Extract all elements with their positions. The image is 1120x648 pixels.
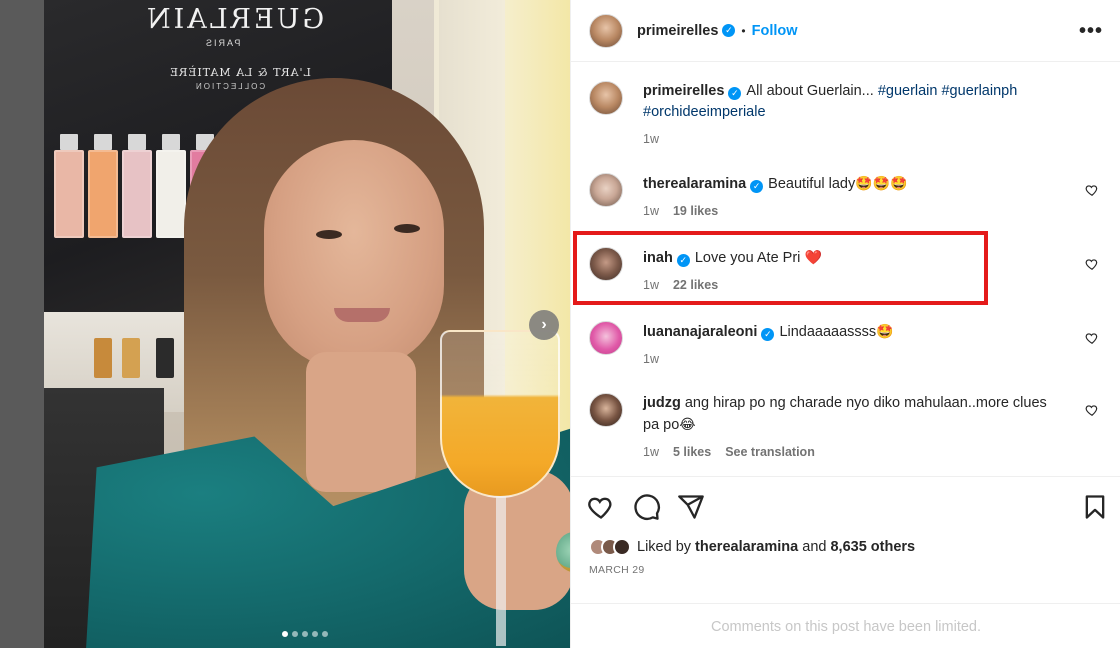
perfume-bottle-small	[122, 338, 140, 378]
save-bookmark-icon[interactable]	[1081, 493, 1109, 521]
poster-brand-text: GUERLAIN	[144, 4, 325, 35]
commenter-avatar[interactable]	[589, 173, 623, 207]
carousel-next-button[interactable]: ›	[529, 310, 559, 340]
comment-text: ang hirap po ng charade nyo diko mahulaa…	[643, 395, 1047, 433]
commenter-avatar[interactable]	[589, 393, 623, 427]
comment-username[interactable]: luananajaraleoni	[643, 324, 757, 340]
carousel-indicator	[282, 631, 328, 637]
verified-badge-icon: ✓	[761, 328, 775, 341]
wine-glass	[440, 330, 560, 498]
comment-emoji: 🤩🤩🤩	[855, 175, 908, 191]
verified-badge-icon: ✓	[750, 180, 764, 193]
comments-limited-notice: Comments on this post have been limited.	[571, 603, 1120, 648]
comment-like-icon[interactable]	[1085, 183, 1099, 197]
liked-by-user[interactable]: therealaramina	[695, 539, 798, 555]
wine-glass-stem	[496, 496, 506, 646]
verified-badge-icon: ✓	[728, 87, 742, 100]
comment-like-icon[interactable]	[1085, 331, 1099, 345]
comment-time[interactable]: 1w	[643, 201, 659, 222]
follow-button[interactable]: Follow	[752, 23, 798, 39]
comment-emoji: 🤩	[876, 323, 894, 339]
person-mouth	[334, 308, 390, 322]
person-eye	[394, 224, 420, 233]
caption: primeirelles ✓ All about Guerlain... #guer…	[589, 81, 1101, 150]
author-avatar[interactable]	[589, 13, 623, 48]
carousel-dot	[312, 631, 318, 637]
comment-item: therealaramina ✓ Beautiful lady🤩🤩🤩 1w 19 l…	[589, 173, 1101, 222]
perfume-bottle	[156, 134, 186, 238]
person-face	[264, 140, 444, 370]
perfume-bottle-small	[94, 338, 112, 378]
chevron-right-icon: ›	[541, 316, 547, 333]
like-heart-icon[interactable]	[587, 493, 615, 521]
carousel-dot	[292, 631, 298, 637]
comment-item: luananajaraleoni ✓ Lindaaaaassss🤩 1w	[589, 321, 1101, 370]
caption-time[interactable]: 1w	[643, 129, 659, 150]
carousel-dot	[322, 631, 328, 637]
comment-like-icon[interactable]	[1085, 403, 1099, 417]
person-eye	[316, 230, 342, 239]
post-header: primeirelles ✓ • Follow •••	[571, 0, 1120, 62]
caption-text: All about Guerlain...	[746, 83, 874, 99]
carousel-dot	[302, 631, 308, 637]
comment-like-icon[interactable]	[1085, 257, 1099, 271]
perfume-bottle	[122, 134, 152, 238]
highlight-box	[573, 231, 988, 305]
comment-likes[interactable]: 19 likes	[673, 201, 718, 222]
comment-emoji: 😂	[679, 416, 696, 432]
author-avatar[interactable]	[589, 81, 623, 115]
comment-bubble-icon[interactable]	[633, 493, 661, 521]
post-actions-bar	[571, 476, 1120, 536]
media-left-edge	[0, 0, 44, 648]
post-side-panel: primeirelles ✓ • Follow ••• primeirelles…	[570, 0, 1120, 648]
poster-collection-sub: COLLECTION	[194, 82, 266, 91]
header-separator: •	[741, 23, 746, 38]
comment-time[interactable]: 1w	[643, 442, 659, 463]
liker-avatar	[613, 538, 631, 556]
perfume-bottle	[54, 134, 84, 238]
comment-username[interactable]: judzg	[643, 395, 681, 411]
more-options-icon[interactable]: •••	[1079, 20, 1103, 43]
carousel-dot	[282, 631, 288, 637]
post-photo: GUERLAIN PARIS L'ART & LA MATIÈRE COLLEC…	[44, 0, 570, 648]
liked-by-prefix: Liked by	[637, 539, 692, 555]
person-neck	[306, 352, 416, 492]
comment-text: Lindaaaaassss	[779, 324, 877, 340]
perfume-bottle-small	[156, 338, 174, 378]
likes-summary: Liked by therealaramina and 8,635 others	[589, 538, 915, 556]
comment-likes[interactable]: 5 likes	[673, 442, 711, 463]
share-send-icon[interactable]	[677, 493, 705, 521]
liked-by-middle: and	[802, 539, 827, 555]
comment-username[interactable]: therealaramina	[643, 176, 746, 192]
comment-text: Beautiful lady	[768, 176, 856, 192]
caption-username[interactable]: primeirelles	[643, 83, 724, 99]
commenter-avatar[interactable]	[589, 321, 623, 355]
comment-item: judzg ang hirap po ng charade nyo diko ma…	[589, 393, 1101, 463]
author-username[interactable]: primeirelles	[637, 23, 718, 39]
post-date[interactable]: MARCH 29	[589, 564, 645, 576]
liked-by-others[interactable]: 8,635 others	[830, 539, 915, 555]
perfume-bottle	[88, 134, 118, 238]
post-media: GUERLAIN PARIS L'ART & LA MATIÈRE COLLEC…	[0, 0, 570, 648]
verified-badge-icon: ✓	[722, 24, 736, 37]
see-translation-link[interactable]: See translation	[725, 442, 815, 463]
comment-time[interactable]: 1w	[643, 349, 659, 370]
poster-collection-text: L'ART & LA MATIÈRE	[169, 66, 311, 79]
poster-brand-sub: PARIS	[204, 38, 241, 48]
